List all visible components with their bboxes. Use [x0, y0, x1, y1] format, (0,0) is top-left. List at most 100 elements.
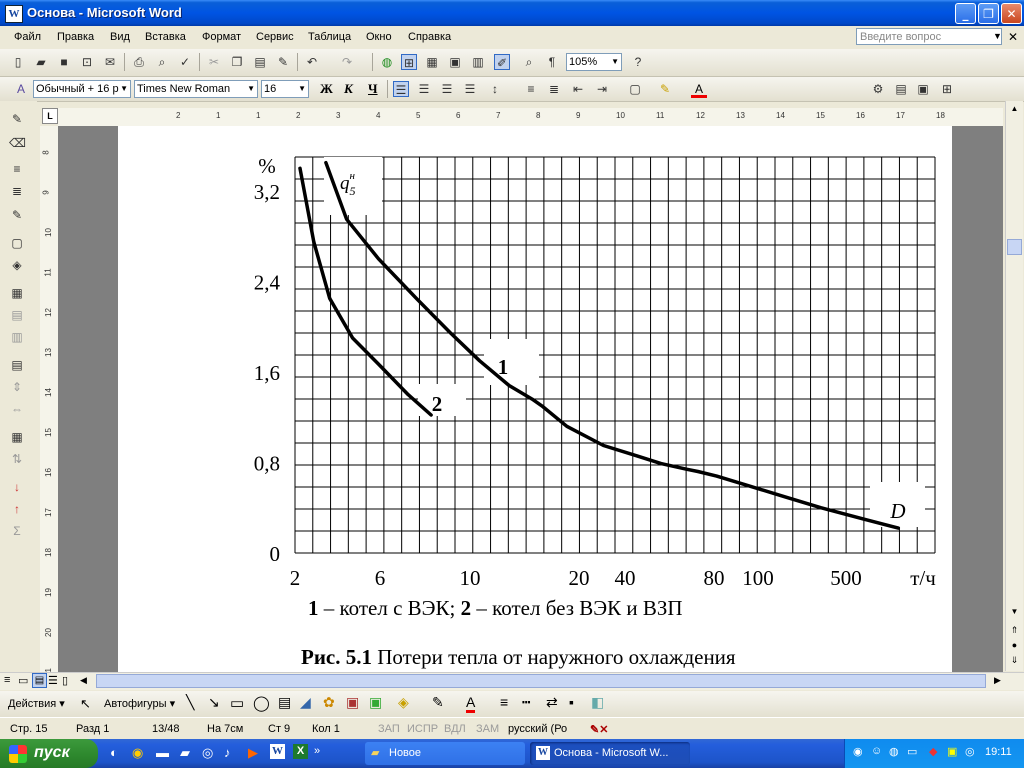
print-layout-icon[interactable]: ▤ — [32, 673, 47, 688]
arrow-style-icon[interactable]: ⇄ — [546, 694, 558, 711]
arrow-icon[interactable]: ↘ — [208, 694, 220, 711]
picture-icon[interactable]: ▣ — [369, 694, 382, 711]
close-button[interactable]: ✕ — [1001, 3, 1022, 24]
line-weight-icon[interactable]: ≣ — [9, 183, 25, 199]
align-left-icon[interactable]: ☰ — [393, 81, 409, 97]
taskbar-item-word[interactable]: W Основа - Microsoft W... — [530, 742, 690, 765]
distribute-rows-icon[interactable]: ⇕ — [9, 379, 25, 395]
outline-view-icon[interactable]: ☰ — [48, 674, 58, 687]
tray-icon-2[interactable]: ☺ — [871, 745, 882, 757]
select-browse-object-icon[interactable]: ● — [1007, 638, 1022, 653]
line-spacing-icon[interactable]: ↕ — [487, 81, 503, 97]
scroll-right-icon[interactable]: ▶ — [994, 675, 1001, 686]
sort-ascending-icon[interactable]: ↓ — [9, 479, 25, 495]
menu-help[interactable]: Справка — [408, 31, 451, 43]
outside-border-icon[interactable]: ▢ — [9, 235, 25, 251]
fill-color-icon[interactable]: ◈ — [398, 694, 409, 711]
drawing-icon[interactable]: ✐ — [494, 54, 510, 70]
minimize-button[interactable]: _ — [955, 3, 976, 24]
text-box-icon[interactable]: ▤ — [278, 694, 291, 711]
menu-view[interactable]: Вид — [110, 31, 130, 43]
tray-icon-1[interactable]: ◉ — [853, 745, 863, 758]
actions-menu[interactable]: Действия ▾ — [8, 697, 65, 710]
italic-button[interactable]: К — [344, 81, 353, 97]
line-style-icon[interactable]: ≡ — [9, 161, 25, 177]
3d-style-icon[interactable]: ◧ — [591, 694, 604, 711]
style-select[interactable]: Обычный + 16 р ▼ — [33, 80, 131, 98]
paste-icon[interactable]: ▤ — [252, 54, 268, 70]
format-painter-icon[interactable]: ✎ — [275, 54, 291, 70]
decrease-indent-icon[interactable]: ⇤ — [570, 81, 586, 97]
help-search-input[interactable]: Введите вопрос — [856, 28, 1002, 45]
merge-cells-icon[interactable]: ▤ — [9, 307, 25, 323]
spelling-status-icon[interactable]: ✎✕ — [590, 723, 608, 736]
justify-icon[interactable]: ☰ — [462, 81, 478, 97]
bullets-icon[interactable]: ≣ — [546, 81, 562, 97]
menu-edit[interactable]: Правка — [57, 31, 94, 43]
tray-icon-5[interactable]: ▣ — [947, 745, 957, 758]
tab-selector[interactable]: L — [42, 108, 58, 124]
border-color-icon[interactable]: ✎ — [9, 207, 25, 223]
quicklaunch-media-icon[interactable]: ♪ — [224, 745, 231, 760]
wordart-icon[interactable]: ◢ — [300, 694, 311, 711]
sort-descending-icon[interactable]: ↑ — [9, 501, 25, 517]
tray-keyboard-icon[interactable]: ▭ — [907, 745, 917, 758]
undo-icon[interactable]: ↶ — [304, 54, 320, 70]
oval-icon[interactable]: ◯ — [253, 694, 270, 712]
menu-file[interactable]: Файл — [14, 31, 41, 43]
document-page[interactable]: 0 0,8 1,6 2,4 3,2% 2 6 10 20 40 80 100 500 т/ч 1 2 Dq5н … — [118, 126, 952, 672]
quicklaunch-explorer-icon[interactable]: ◐ — [110, 745, 118, 760]
eraser-icon[interactable]: ⌫ — [9, 135, 26, 151]
diagram-icon[interactable]: ✿ — [323, 694, 335, 711]
autoformat-icon[interactable]: ▦ — [9, 429, 25, 445]
picture-icon[interactable]: ▣ — [915, 81, 931, 97]
font-color-icon[interactable]: A — [691, 81, 707, 98]
clipart-icon[interactable]: ▣ — [346, 694, 359, 711]
taskbar-item-new[interactable]: ▰ Новое — [365, 742, 525, 765]
web-view-icon[interactable]: ▭ — [18, 674, 28, 687]
distribute-cols-icon[interactable]: ⇔ — [9, 401, 25, 417]
line-color-icon[interactable]: ✎ — [432, 694, 444, 711]
quicklaunch-player-icon[interactable]: ▶ — [248, 745, 258, 761]
status-ovr[interactable]: ЗАМ — [476, 723, 499, 735]
tray-icon-3[interactable]: ◍ — [889, 745, 899, 758]
redo-icon[interactable]: ↷ — [339, 54, 355, 70]
open-folder-icon[interactable]: ▰ — [33, 54, 49, 70]
rectangle-icon[interactable]: ▭ — [230, 694, 244, 712]
horizontal-ruler[interactable]: 2 1 1 2 3 4 5 6 7 8 9 10 11 12 13 14 15 16 17 18 — [58, 108, 1003, 127]
email-icon[interactable]: ✉ — [102, 54, 118, 70]
start-button[interactable]: пуск — [0, 739, 98, 768]
print-preview-icon[interactable]: ⌕ — [154, 54, 170, 70]
permission-icon[interactable]: ⊡ — [79, 54, 95, 70]
vertical-scrollbar[interactable]: ▲ ▼ ⇑ ● ⇓ — [1005, 101, 1023, 671]
vertical-ruler[interactable]: 89101112131415161718192021 — [40, 126, 59, 686]
scroll-left-icon[interactable]: ◀ — [80, 675, 87, 686]
styles-icon[interactable]: A — [13, 81, 29, 97]
menu-format[interactable]: Формат — [202, 31, 241, 43]
insert-table-icon[interactable]: ▦ — [424, 54, 440, 70]
normal-view-icon[interactable]: ≡ — [4, 674, 10, 686]
status-rec[interactable]: ЗАП — [378, 723, 400, 735]
autoshapes-menu[interactable]: Автофигуры ▾ — [104, 697, 175, 710]
tray-shield-icon[interactable]: ◆ — [929, 745, 937, 758]
insert-table-icon[interactable]: ▦ — [9, 285, 25, 301]
line-icon[interactable]: ╲ — [186, 694, 194, 711]
shading-icon[interactable]: ◈ — [9, 257, 25, 273]
scroll-thumb-horizontal[interactable] — [96, 674, 986, 688]
maximize-button[interactable]: ❐ — [978, 3, 999, 24]
book-icon[interactable]: ▤ — [893, 81, 909, 97]
quicklaunch-desktop-icon[interactable]: ▬ — [156, 745, 169, 760]
show-formatting-icon[interactable]: ¶ — [544, 54, 560, 70]
align-cell-icon[interactable]: ▤ — [9, 357, 25, 373]
increase-indent-icon[interactable]: ⇥ — [594, 81, 610, 97]
line-style-icon[interactable]: ≡ — [500, 694, 508, 710]
quicklaunch-cd-icon[interactable]: ◎ — [202, 745, 213, 761]
quicklaunch-excel-icon[interactable]: X — [293, 744, 308, 759]
font-size-select[interactable]: 16 ▼ — [261, 80, 309, 98]
columns-icon[interactable]: ▥ — [470, 54, 486, 70]
status-ext[interactable]: ВДЛ — [444, 723, 466, 735]
menu-tools[interactable]: Сервис — [256, 31, 294, 43]
horizontal-scrollbar[interactable]: ≡ ▭ ▤ ☰ ▯ ◀ ▶ — [0, 672, 1024, 690]
scroll-down-icon[interactable]: ▼ — [1007, 604, 1022, 619]
quicklaunch-word-icon[interactable]: W — [270, 744, 285, 759]
